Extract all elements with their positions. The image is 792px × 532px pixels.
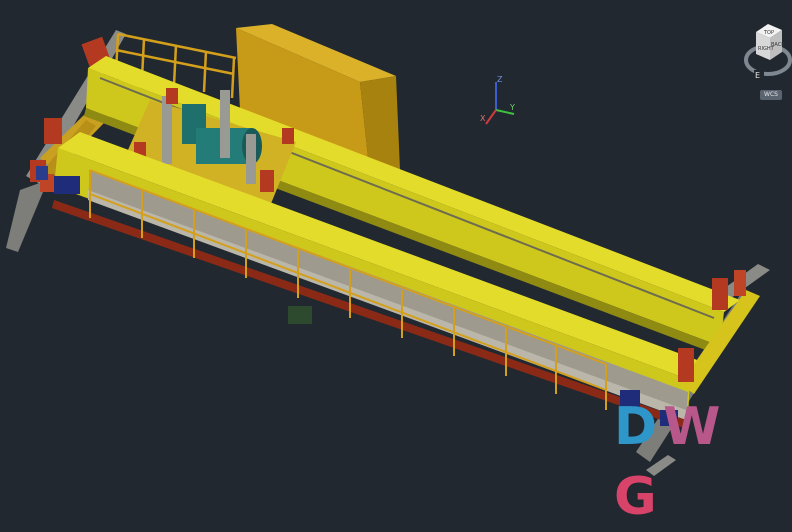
viewcube-icon[interactable]: RIGHT TOP BACK E [742,14,792,84]
hook-block [288,306,312,324]
viewcube[interactable]: RIGHT TOP BACK E [742,14,792,84]
ucs-icon: Z Y X [480,75,515,125]
ucs-z-label: Z [497,75,503,84]
compass-east-label[interactable]: E [755,71,760,80]
ucs-y-label: Y [509,103,515,112]
ucs-x-label: X [480,114,486,123]
dwg-watermark-logo: DWG [614,392,764,527]
watermark-letter: W [663,397,727,457]
watermark-letter: G [614,467,663,527]
viewcube-top-label: TOP [763,30,774,36]
viewcube-side-label: BACK [771,42,785,48]
watermark-letter: D [614,397,664,457]
wcs-menu-button[interactable]: WCS [760,90,782,100]
